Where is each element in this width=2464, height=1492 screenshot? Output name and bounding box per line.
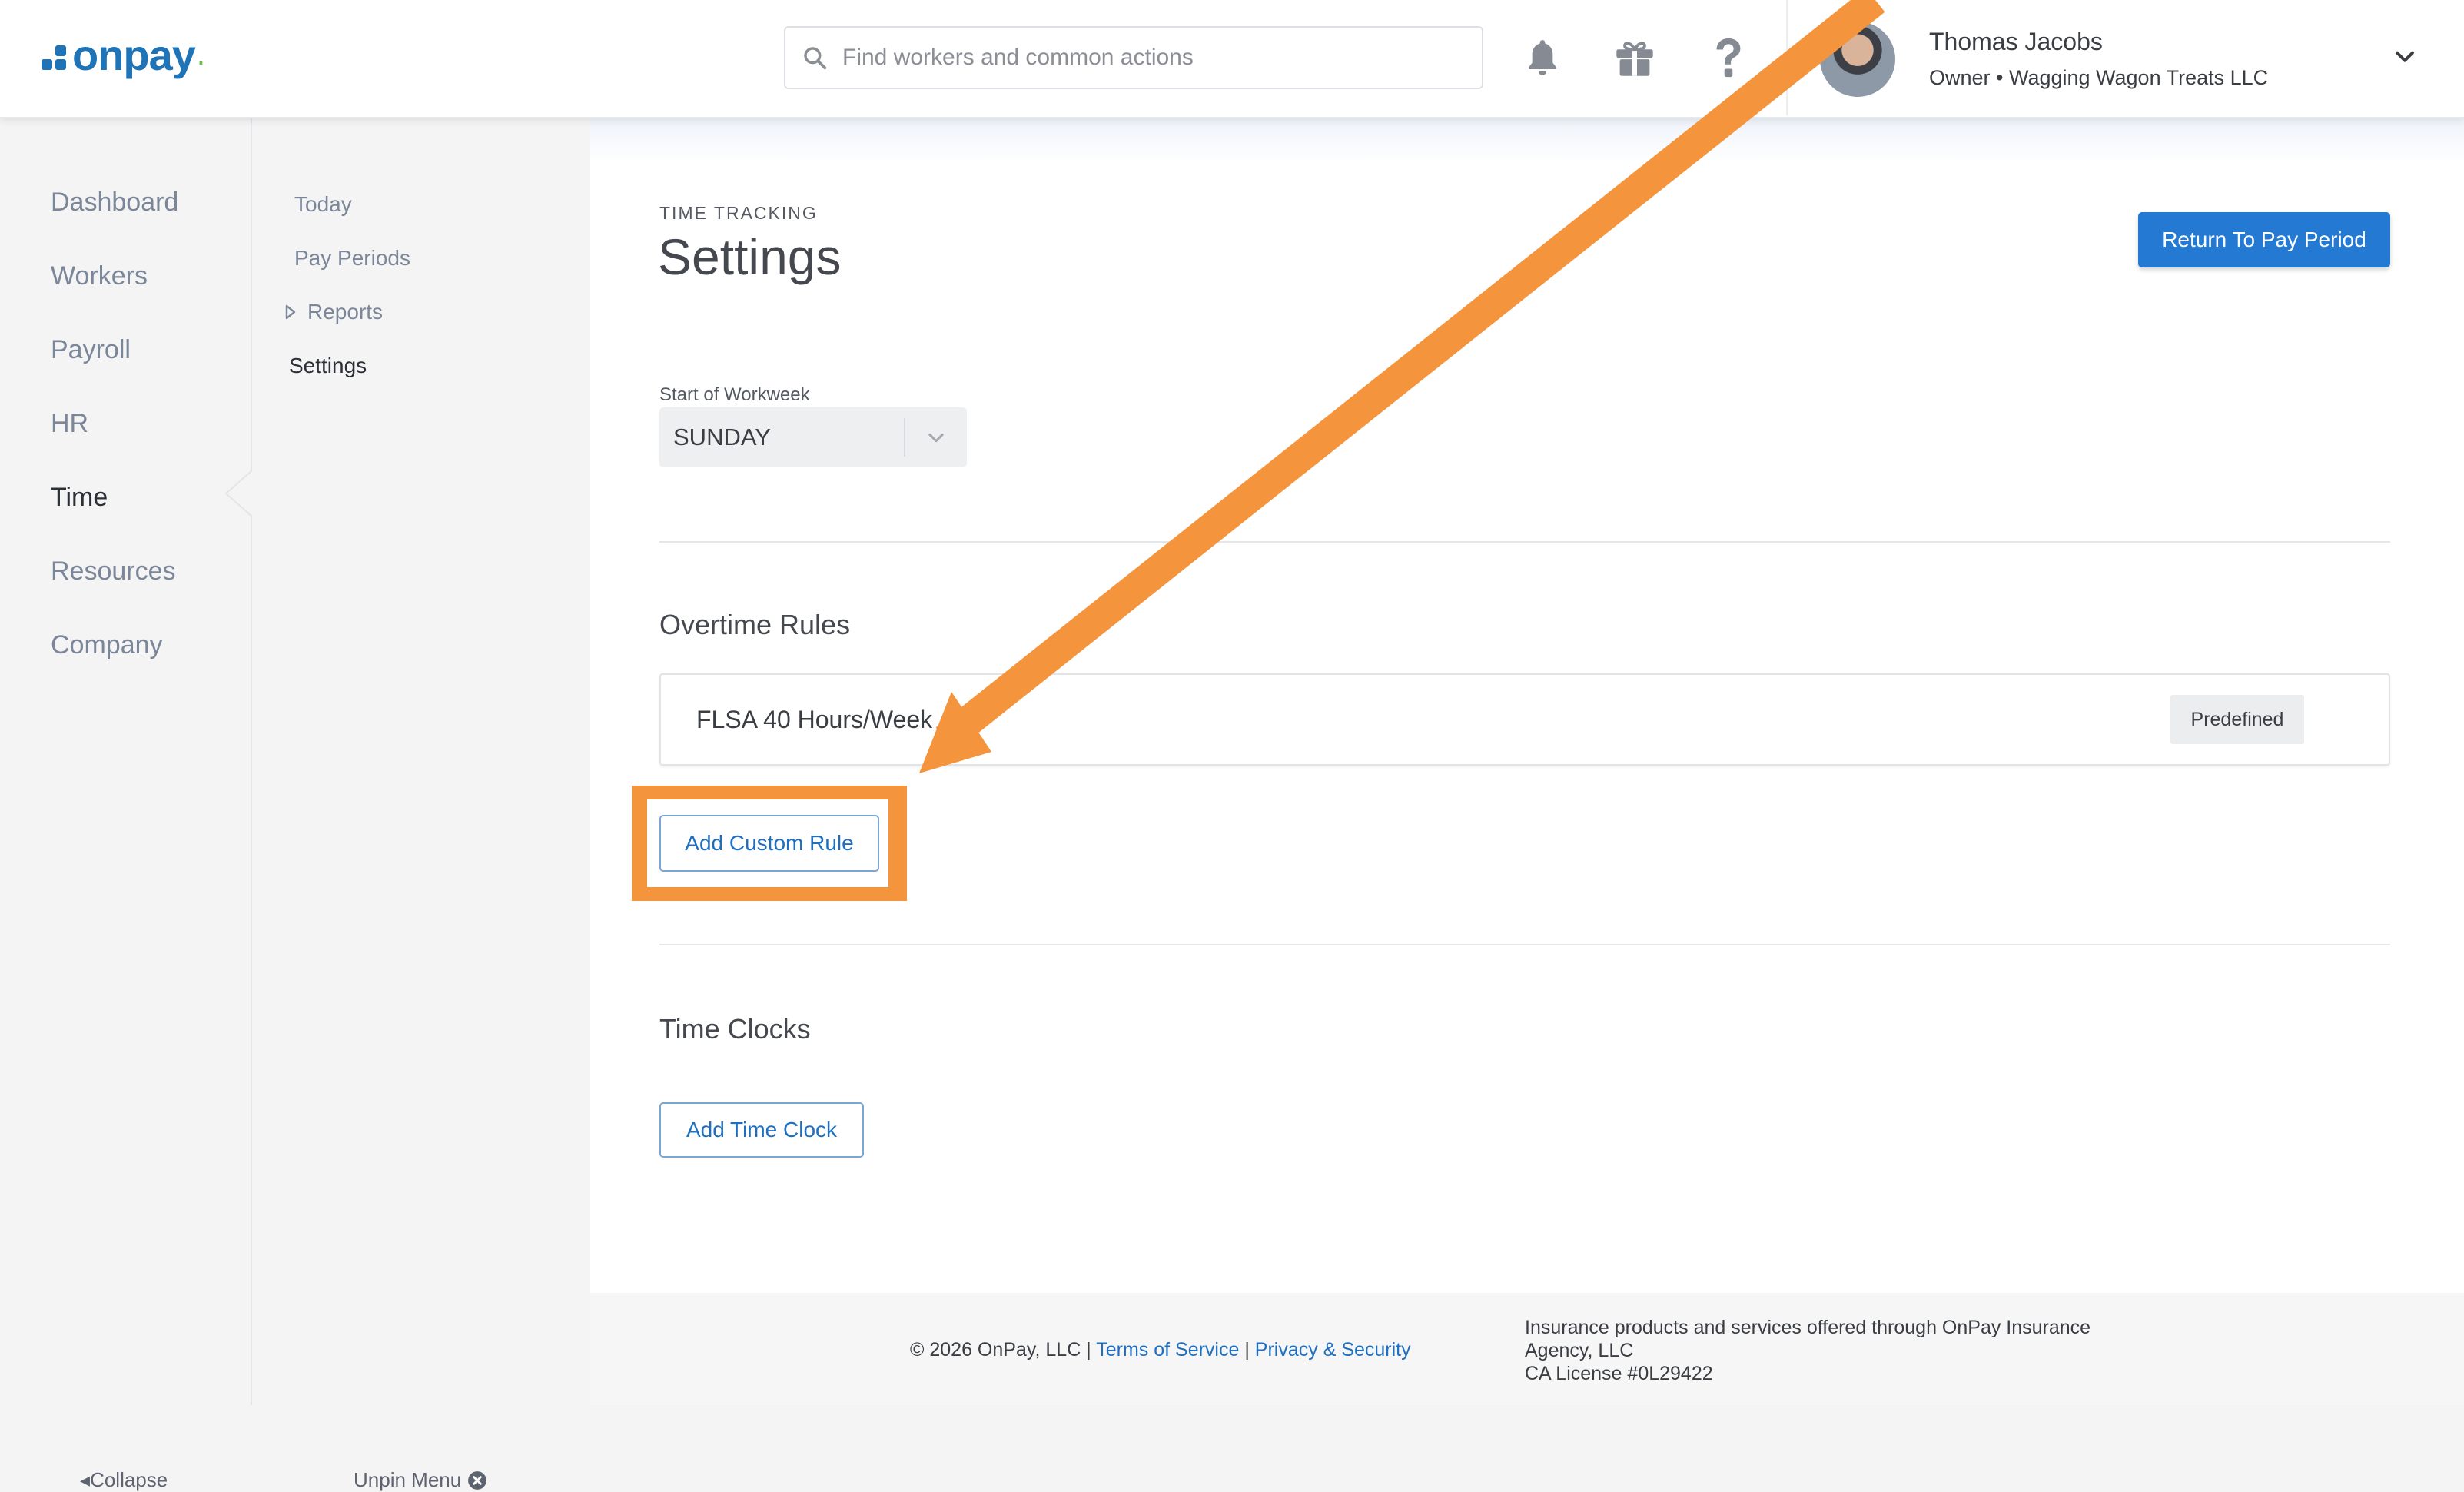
subnav-item-pay-periods[interactable]: Pay Periods (294, 246, 410, 271)
active-nav-pointer (224, 470, 252, 517)
search-box[interactable] (784, 26, 1483, 89)
license-text: CA License #0L29422 (1525, 1363, 1713, 1384)
user-role: Owner • Wagging Wagon Treats LLC (1929, 66, 2269, 89)
workweek-label: Start of Workweek (659, 384, 810, 405)
chevron-down-icon (928, 433, 944, 443)
return-to-pay-period-button[interactable]: Return To Pay Period (2138, 212, 2390, 267)
copyright-text: © 2026 OnPay, LLC (910, 1339, 1081, 1361)
workweek-select[interactable]: SUNDAY (659, 407, 967, 467)
predefined-badge: Predefined (2170, 695, 2304, 744)
user-menu-chevron-down-icon[interactable] (2392, 43, 2418, 73)
section-label: TIME TRACKING (659, 203, 818, 223)
logo-text: onpay (72, 30, 196, 79)
insurance-line-1: Insurance products and services offered … (1525, 1317, 2091, 1338)
workweek-value: SUNDAY (673, 424, 771, 450)
notifications-bell-icon[interactable] (1519, 34, 1566, 81)
unpin-menu-button[interactable]: Unpin Menu (354, 1468, 487, 1492)
search-input[interactable] (841, 44, 1474, 71)
sidebar-item-workers[interactable]: Workers (51, 261, 148, 291)
select-divider (904, 418, 905, 457)
footer-links: © 2026 OnPay, LLC | Terms of Service | P… (910, 1339, 1411, 1361)
sidebar-item-payroll[interactable]: Payroll (51, 335, 131, 365)
collapse-button[interactable]: ◂Collapse (80, 1468, 168, 1492)
section-divider (659, 944, 2390, 945)
unpin-menu-label: Unpin Menu (354, 1468, 462, 1491)
sidebar-item-company[interactable]: Company (51, 630, 163, 660)
footer-separator: | (1244, 1339, 1250, 1361)
primary-sidebar: Dashboard Workers Payroll HR Time Resour… (0, 117, 252, 1491)
collapse-label: Collapse (90, 1468, 168, 1491)
terms-of-service-link[interactable]: Terms of Service (1096, 1339, 1239, 1361)
subnav-item-settings[interactable]: Settings (289, 354, 367, 378)
sidebar-item-hr[interactable]: HR (51, 409, 88, 439)
time-clocks-heading: Time Clocks (659, 1013, 811, 1045)
user-avatar[interactable] (1820, 22, 1895, 97)
user-name: Thomas Jacobs (1929, 28, 2103, 55)
subnav-item-reports[interactable]: Reports (284, 300, 383, 324)
section-divider (659, 541, 2390, 543)
top-header: onpay . Thomas Jacobs Owner • Wagging Wa… (0, 0, 2464, 118)
page-title: Settings (658, 228, 842, 285)
onpay-logo[interactable]: onpay . (42, 28, 205, 81)
logo-accent-dot: . (196, 37, 206, 71)
time-subnav: Today Pay Periods Reports Settings Unpin… (252, 117, 590, 1491)
subnav-item-today[interactable]: Today (294, 192, 352, 217)
overtime-rules-heading: Overtime Rules (659, 609, 851, 640)
subnav-reports-label: Reports (307, 300, 384, 324)
add-custom-rule-button[interactable]: Add Custom Rule (659, 815, 879, 872)
gift-icon[interactable] (1611, 34, 1659, 81)
rule-name: FLSA 40 Hours/Week (696, 706, 933, 733)
caret-left-icon: ◂ (80, 1468, 91, 1491)
add-time-clock-button[interactable]: Add Time Clock (659, 1102, 864, 1158)
help-question-icon[interactable] (1705, 34, 1752, 81)
sidebar-item-time[interactable]: Time (51, 483, 108, 513)
caret-right-icon (285, 304, 296, 320)
header-divider (1786, 0, 1788, 115)
search-icon (804, 47, 827, 70)
main-top-fade (590, 117, 2464, 163)
close-circle-icon (468, 1470, 487, 1490)
insurance-line-2: Agency, LLC (1525, 1340, 1634, 1361)
insurance-notice: Insurance products and services offered … (1525, 1316, 2140, 1385)
privacy-security-link[interactable]: Privacy & Security (1255, 1339, 1411, 1361)
logo-mark-icon (42, 45, 68, 71)
sidebar-item-resources[interactable]: Resources (51, 557, 176, 586)
overtime-rule-card[interactable]: FLSA 40 Hours/Week Predefined (659, 673, 2390, 766)
footer-separator: | (1086, 1339, 1091, 1361)
sidebar-item-dashboard[interactable]: Dashboard (51, 188, 178, 218)
